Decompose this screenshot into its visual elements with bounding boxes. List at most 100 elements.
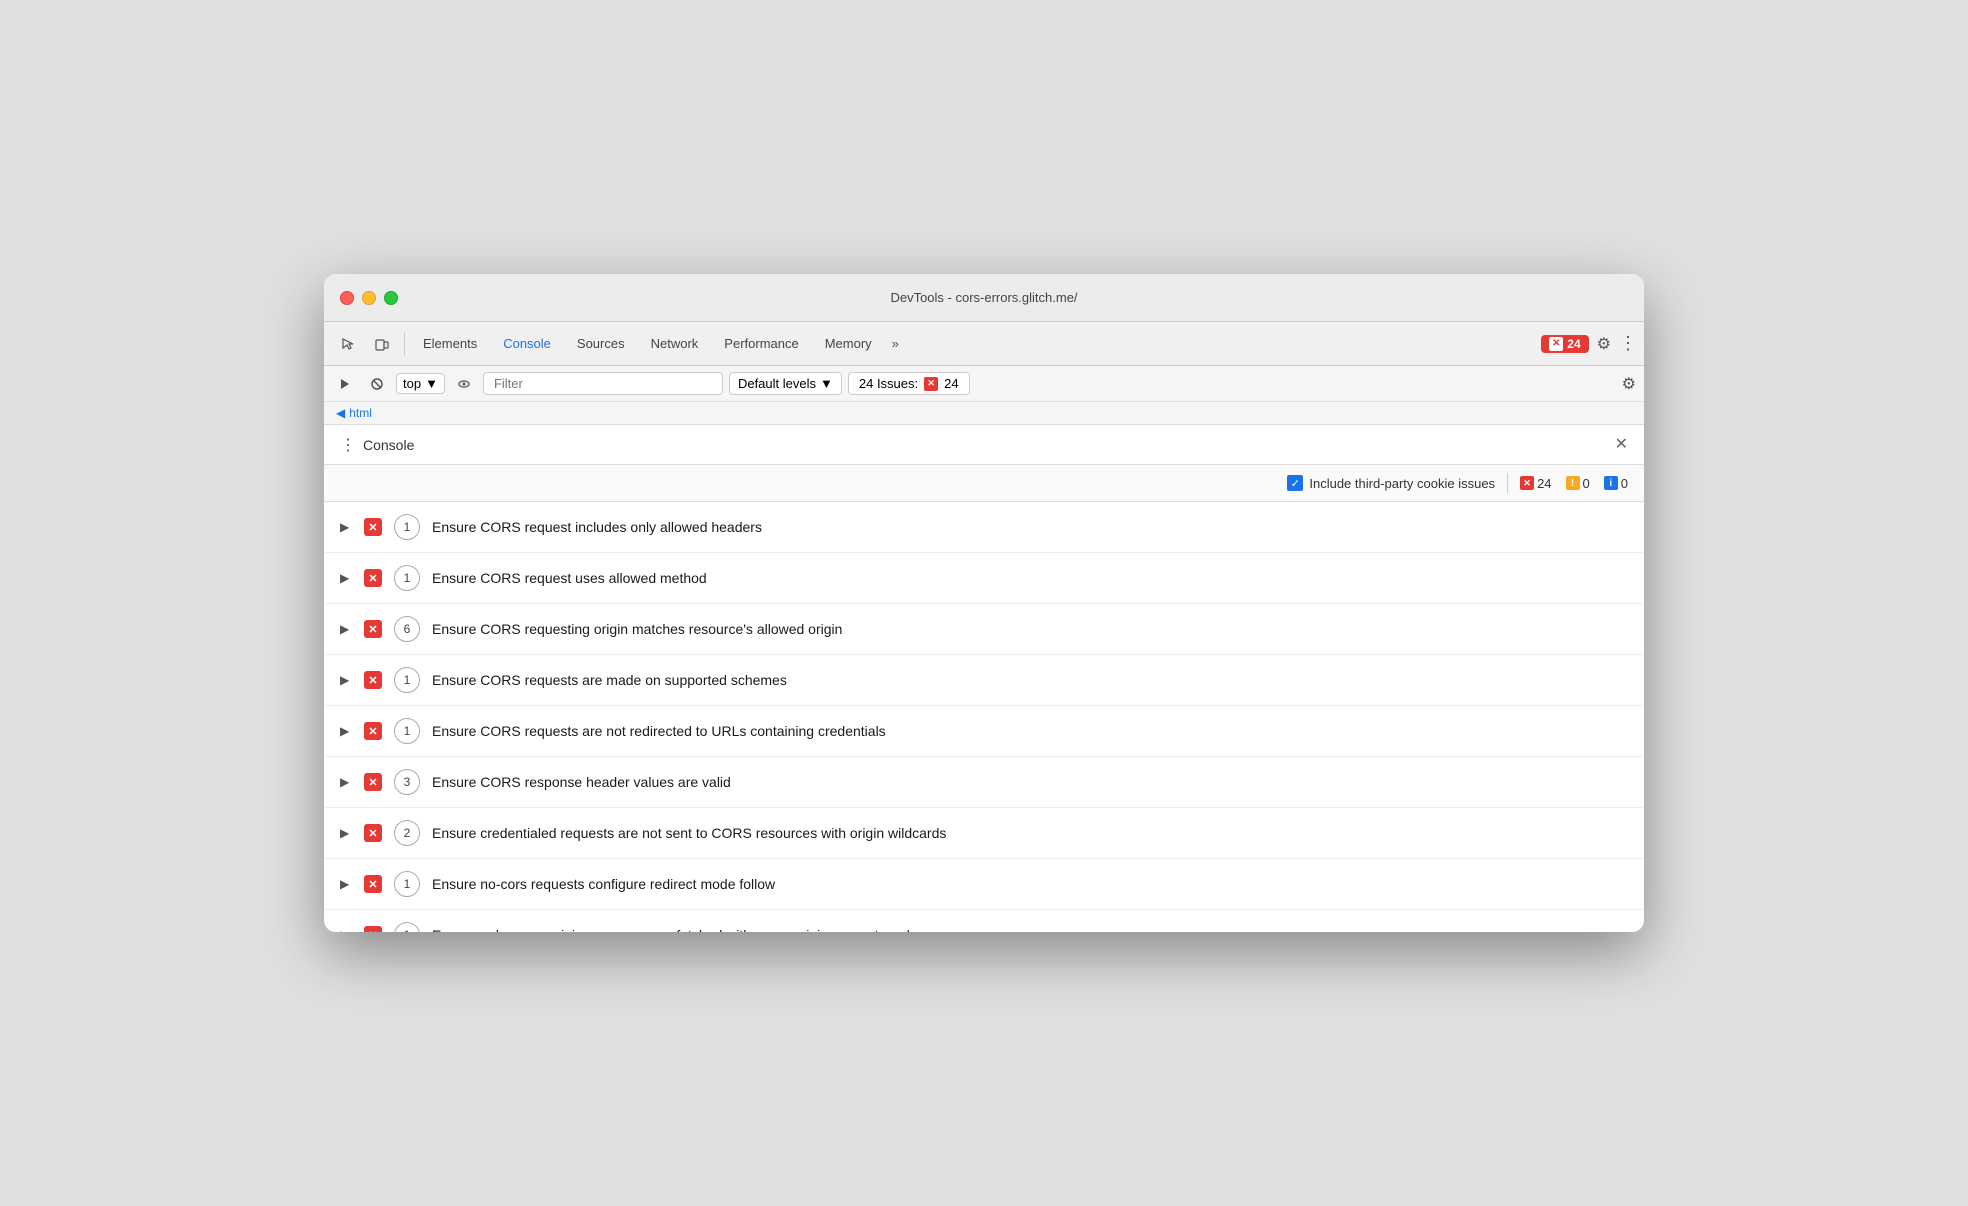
expand-arrow: ▶: [340, 520, 352, 534]
info-count-icon: i: [1604, 476, 1618, 490]
issue-count-badge: 1: [394, 922, 420, 932]
issue-row[interactable]: ▶ ✕ 2 Ensure credentialed requests are n…: [324, 808, 1644, 859]
more-options-button[interactable]: ⋮: [1619, 333, 1636, 354]
default-levels-button[interactable]: Default levels ▼: [729, 372, 842, 395]
panel-close-button[interactable]: ✕: [1615, 437, 1628, 453]
error-count-icon: ✕: [1520, 476, 1534, 490]
issue-error-icon: ✕: [364, 518, 382, 536]
issue-text: Ensure CORS requests are not redirected …: [432, 723, 1628, 739]
error-count-label: 24: [1567, 337, 1580, 351]
context-selector[interactable]: top ▼: [396, 373, 445, 394]
issue-count-badge: 1: [394, 718, 420, 744]
breadcrumb-arrow: ◀: [336, 406, 345, 420]
run-button[interactable]: [332, 371, 358, 397]
tab-performance[interactable]: Performance: [712, 330, 810, 357]
issue-row[interactable]: ▶ ✕ 1 Ensure CORS request includes only …: [324, 502, 1644, 553]
cookie-issues-checkbox-label[interactable]: ✓ Include third-party cookie issues: [1287, 475, 1495, 491]
warn-count-group: ! 0: [1566, 476, 1590, 491]
issues-list: ▶ ✕ 1 Ensure CORS request includes only …: [324, 502, 1644, 932]
expand-arrow: ▶: [340, 775, 352, 789]
cookie-issues-checkbox[interactable]: ✓: [1287, 475, 1303, 491]
issues-error-icon: ✕: [924, 377, 938, 391]
issue-row[interactable]: ▶ ✕ 3 Ensure CORS response header values…: [324, 757, 1644, 808]
filter-separator: [1507, 473, 1508, 493]
info-count-group: i 0: [1604, 476, 1628, 491]
issue-error-icon: ✕: [364, 875, 382, 893]
expand-arrow: ▶: [340, 673, 352, 687]
issue-count-badge: 1: [394, 871, 420, 897]
issue-row[interactable]: ▶ ✕ 1 Ensure CORS requests are made on s…: [324, 655, 1644, 706]
issue-error-icon: ✕: [364, 722, 382, 740]
traffic-lights: [340, 291, 398, 305]
count-badges: ✕ 24 ! 0 i 0: [1520, 476, 1628, 491]
settings-button[interactable]: ⚙: [1597, 334, 1611, 354]
warn-count-icon: !: [1566, 476, 1580, 490]
minimize-button[interactable]: [362, 291, 376, 305]
issue-text: Ensure CORS request uses allowed method: [432, 570, 1628, 586]
window-title: DevTools - cors-errors.glitch.me/: [890, 290, 1077, 305]
devtools-window: DevTools - cors-errors.glitch.me/ Elemen…: [324, 274, 1644, 932]
error-icon: ✕: [1549, 337, 1563, 351]
eye-button[interactable]: [451, 371, 477, 397]
block-button[interactable]: [364, 371, 390, 397]
issues-badge[interactable]: 24 Issues: ✕ 24: [848, 372, 970, 395]
panel-header: ⋮ Console ✕: [324, 425, 1644, 465]
issue-error-icon: ✕: [364, 569, 382, 587]
issue-text: Ensure only same-origin resources are fe…: [432, 927, 1628, 932]
toolbar-divider-1: [404, 332, 405, 356]
device-toggle-button[interactable]: [366, 328, 398, 360]
panel-kebab-button[interactable]: ⋮: [340, 435, 355, 455]
issue-row[interactable]: ▶ ✕ 1 Ensure CORS request uses allowed m…: [324, 553, 1644, 604]
expand-arrow: ▶: [340, 622, 352, 636]
panel-header-left: ⋮ Console: [340, 435, 414, 455]
issue-count-badge: 6: [394, 616, 420, 642]
tab-console[interactable]: Console: [491, 330, 563, 357]
default-levels-label: Default levels: [738, 376, 816, 391]
info-count-number: 0: [1621, 476, 1628, 491]
console-toolbar: top ▼ Default levels ▼ 24 Issues: ✕ 24 ⚙: [324, 366, 1644, 402]
issue-error-icon: ✕: [364, 773, 382, 791]
issue-text: Ensure CORS requesting origin matches re…: [432, 621, 1628, 637]
main-toolbar: Elements Console Sources Network Perform…: [324, 322, 1644, 366]
issue-count-badge: 1: [394, 514, 420, 540]
title-bar: DevTools - cors-errors.glitch.me/: [324, 274, 1644, 322]
error-count-group: ✕ 24: [1520, 476, 1551, 491]
issues-filter-bar: ✓ Include third-party cookie issues ✕ 24…: [324, 465, 1644, 502]
context-dropdown-arrow: ▼: [425, 376, 438, 391]
error-count-number: 24: [1537, 476, 1551, 491]
expand-arrow: ▶: [340, 724, 352, 738]
filter-input[interactable]: [483, 372, 723, 395]
cookie-issues-label: Include third-party cookie issues: [1309, 476, 1495, 491]
issue-row[interactable]: ▶ ✕ 1 Ensure no-cors requests configure …: [324, 859, 1644, 910]
issue-text: Ensure CORS requests are made on support…: [432, 672, 1628, 688]
tab-elements[interactable]: Elements: [411, 330, 489, 357]
expand-arrow: ▶: [340, 571, 352, 585]
issue-text: Ensure CORS request includes only allowe…: [432, 519, 1628, 535]
issue-error-icon: ✕: [364, 824, 382, 842]
console-toolbar-right: ⚙: [1622, 374, 1636, 394]
default-levels-arrow: ▼: [820, 376, 833, 391]
toolbar-right: ✕ 24 ⚙ ⋮: [1541, 333, 1636, 354]
expand-arrow: ▶: [340, 928, 352, 932]
tab-sources[interactable]: Sources: [565, 330, 637, 357]
issue-error-icon: ✕: [364, 926, 382, 932]
breadcrumb: ◀ html: [324, 402, 1644, 425]
issue-text: Ensure no-cors requests configure redire…: [432, 876, 1628, 892]
warn-count-number: 0: [1583, 476, 1590, 491]
close-button[interactable]: [340, 291, 354, 305]
more-tabs-button[interactable]: »: [886, 332, 905, 355]
breadcrumb-html[interactable]: html: [349, 406, 372, 420]
issue-error-icon: ✕: [364, 620, 382, 638]
issue-count-badge: 1: [394, 667, 420, 693]
issue-count-badge: 1: [394, 565, 420, 591]
issue-row[interactable]: ▶ ✕ 6 Ensure CORS requesting origin matc…: [324, 604, 1644, 655]
maximize-button[interactable]: [384, 291, 398, 305]
console-settings-button[interactable]: ⚙: [1622, 376, 1636, 393]
issue-row[interactable]: ▶ ✕ 1 Ensure only same-origin resources …: [324, 910, 1644, 932]
issue-row[interactable]: ▶ ✕ 1 Ensure CORS requests are not redir…: [324, 706, 1644, 757]
tab-network[interactable]: Network: [639, 330, 711, 357]
select-element-button[interactable]: [332, 328, 364, 360]
tab-memory[interactable]: Memory: [813, 330, 884, 357]
context-label: top: [403, 376, 421, 391]
error-count-badge[interactable]: ✕ 24: [1541, 335, 1588, 353]
